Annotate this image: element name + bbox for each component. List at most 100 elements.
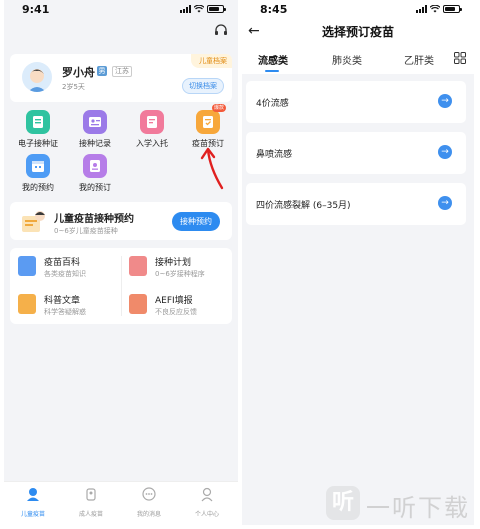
- bottom-tab-bar: 儿童疫苗 成人疫苗 我的消息 个人中心: [4, 481, 238, 525]
- plan-icon: [129, 256, 147, 276]
- grid-item-vaccination-record[interactable]: 接种记录: [67, 110, 123, 149]
- child-age: 2岁5天: [62, 83, 85, 91]
- card-science-articles[interactable]: 科普文章 科学答疑解惑: [10, 286, 121, 324]
- avatar: [22, 62, 52, 92]
- vaccine-name: 鼻喷流感: [256, 150, 293, 160]
- vaccination-appointment-button[interactable]: 接种预约: [172, 212, 220, 231]
- screenshot-stage: 9:41 罗小舟 男 江苏 2岁5天 儿童档案 切换档案 电子接种证 接种记录 …: [0, 0, 480, 529]
- signal-icon: [416, 5, 427, 13]
- grid-label: 我的预约: [22, 183, 54, 192]
- card-subtitle: 各类疫苗知识: [44, 270, 86, 278]
- select-vaccine-screen: 8:45 ← 选择预订疫苗 流感类 肺炎类 乙肝类 4价流感 → 鼻喷流感 → …: [242, 0, 474, 525]
- status-time: 8:45: [260, 2, 288, 16]
- vaccine-name: 四价流感裂解 (6–35月): [256, 201, 351, 211]
- grid-label: 入学入托: [136, 139, 168, 148]
- profile-icon: [201, 487, 213, 502]
- gender-badge: 男: [97, 66, 107, 76]
- card-vaccine-encyclopedia[interactable]: 疫苗百科 各类疫苗知识: [10, 248, 121, 286]
- grid-item-e-certificate[interactable]: 电子接种证: [10, 110, 66, 149]
- child-name: 罗小舟: [62, 66, 95, 79]
- tab-child-vaccine[interactable]: 儿童疫苗: [4, 486, 62, 518]
- tab-my-messages[interactable]: 我的消息: [120, 486, 178, 518]
- card-subtitle: 科学答疑解惑: [44, 308, 86, 316]
- grid-item-my-booking[interactable]: 我的预订: [67, 154, 123, 193]
- vaccine-option-nasal-flu[interactable]: 鼻喷流感: [246, 132, 466, 174]
- vaccine-booking-icon: 爆款: [196, 104, 226, 134]
- home-screen: 9:41 罗小舟 男 江苏 2岁5天 儿童档案 切换档案 电子接种证 接种记录 …: [4, 0, 238, 525]
- my-appointment-icon: [26, 154, 50, 178]
- vaccine-option-quadrivalent-flu[interactable]: 4价流感: [246, 81, 466, 123]
- grid-label: 我的预订: [79, 183, 111, 192]
- tab-label: 儿童疫苗: [20, 511, 45, 518]
- card-subtitle: 0~6岁接种程序: [155, 270, 205, 278]
- watermark-text: 一听下载: [366, 494, 470, 522]
- watermark-logo: 听: [326, 486, 360, 520]
- status-time: 9:41: [22, 2, 50, 16]
- article-icon: [18, 294, 36, 314]
- report-icon: [129, 294, 147, 314]
- child-vaccination-banner: 儿童疫苗接种预约 0~6岁儿童疫苗接种 接种预约: [10, 202, 232, 240]
- arrow-right-icon[interactable]: [438, 144, 452, 160]
- vaccine-name: 4价流感: [256, 99, 289, 109]
- arrow-right-icon[interactable]: [438, 195, 452, 211]
- certificate-icon: [26, 110, 50, 134]
- card-divider: [121, 256, 122, 316]
- message-icon: [142, 487, 156, 501]
- system-icons: [180, 5, 226, 13]
- wifi-icon: [430, 5, 440, 13]
- battery-icon: [443, 5, 462, 13]
- grid-item-my-appointment[interactable]: 我的预约: [10, 154, 66, 193]
- banner-title: 儿童疫苗接种预约: [54, 214, 134, 225]
- all-categories-icon[interactable]: [454, 52, 466, 64]
- grid-item-vaccine-booking[interactable]: 爆款 疫苗预订: [180, 104, 236, 149]
- tab-adult-vaccine[interactable]: 成人疫苗: [62, 486, 120, 518]
- grid-item-school-enrollment[interactable]: 入学入托: [124, 110, 180, 149]
- child-vaccination-illustration-icon: [22, 211, 45, 232]
- info-cards: 疫苗百科 各类疫苗知识 接种计划 0~6岁接种程序 科普文章 科学答疑解惑 AE…: [10, 248, 232, 324]
- signal-icon: [180, 5, 191, 13]
- battery-icon: [207, 5, 226, 13]
- encyclopedia-icon: [18, 256, 36, 276]
- vaccine-option-split-flu[interactable]: 四价流感裂解 (6–35月): [246, 183, 466, 225]
- card-subtitle: 不良反应反馈: [155, 308, 197, 316]
- customer-service-icon[interactable]: [214, 24, 228, 38]
- category-tabs: 流感类 肺炎类 乙肝类: [242, 44, 474, 74]
- card-vaccination-plan[interactable]: 接种计划 0~6岁接种程序: [121, 248, 232, 286]
- card-title: 疫苗百科: [44, 258, 81, 268]
- tab-label: 个人中心: [194, 511, 219, 518]
- tab-label: 我的消息: [136, 511, 161, 518]
- child-vaccine-icon: [27, 488, 39, 501]
- status-bar: 9:41: [4, 0, 238, 18]
- tab-personal-center[interactable]: 个人中心: [178, 486, 236, 518]
- tab-hepatitis-b[interactable]: 乙肝类: [404, 52, 434, 67]
- card-title: 科普文章: [44, 296, 81, 306]
- tab-label: 成人疫苗: [78, 511, 103, 518]
- nav-bar: ← 选择预订疫苗: [242, 18, 474, 44]
- child-profile-card[interactable]: 罗小舟 男 江苏 2岁5天 儿童档案 切换档案: [10, 54, 232, 102]
- annotation-arrow: [200, 147, 224, 190]
- page-title: 选择预订疫苗: [321, 25, 394, 39]
- region-badge: 江苏: [112, 66, 132, 77]
- active-tab-indicator: [265, 70, 279, 72]
- status-bar: 8:45: [242, 0, 474, 18]
- child-avatar-icon: [22, 62, 52, 92]
- tab-pneumonia[interactable]: 肺炎类: [332, 52, 362, 67]
- card-title: AEFI填报: [155, 296, 193, 306]
- banner-subtitle: 0~6岁儿童疫苗接种: [54, 227, 118, 235]
- child-archive-tag: 儿童档案: [191, 54, 232, 68]
- arrow-right-icon[interactable]: [438, 93, 452, 109]
- record-icon: [83, 110, 107, 134]
- tab-influenza[interactable]: 流感类: [258, 52, 288, 67]
- adult-vaccine-icon: [86, 488, 96, 501]
- school-icon: [140, 110, 164, 134]
- wifi-icon: [194, 5, 204, 13]
- card-title: 接种计划: [155, 258, 192, 268]
- switch-archive-button[interactable]: 切换档案: [182, 78, 224, 94]
- grid-label: 电子接种证: [18, 139, 58, 148]
- my-booking-icon: [83, 154, 107, 178]
- watermark: 听 一听下载: [326, 482, 476, 526]
- grid-label: 接种记录: [79, 139, 111, 148]
- card-aefi-report[interactable]: AEFI填报 不良反应反馈: [121, 286, 232, 324]
- hot-badge: 爆款: [211, 104, 226, 112]
- system-icons: [416, 5, 462, 13]
